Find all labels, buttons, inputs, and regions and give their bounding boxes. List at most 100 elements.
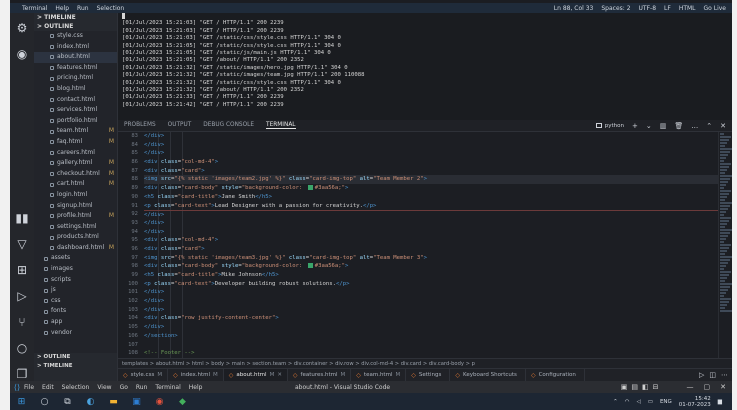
folder-item[interactable]: vendor xyxy=(34,328,117,339)
file-item[interactable]: pricing.html xyxy=(34,73,117,84)
maximize-button[interactable]: ▢ xyxy=(704,383,711,391)
menu-terminal[interactable]: Terminal xyxy=(155,384,180,391)
folder-item[interactable]: fonts xyxy=(34,306,117,317)
store-icon[interactable]: ▣ xyxy=(131,396,142,407)
more-icon[interactable]: … xyxy=(691,122,698,130)
folder-item[interactable]: images xyxy=(34,264,117,275)
explorer-icon[interactable]: ❐ xyxy=(15,367,29,381)
status-item-right[interactable]: LF xyxy=(664,5,671,12)
panel-tab-problems[interactable]: PROBLEMS xyxy=(124,122,156,129)
file-item[interactable]: portfolio.html xyxy=(34,116,117,127)
status-item-left[interactable]: Run xyxy=(77,5,89,12)
maximize-panel-icon[interactable]: ⌃ xyxy=(706,122,712,130)
editor-tab[interactable]: ◇ team.html M xyxy=(351,369,407,381)
split-editor-icon[interactable]: ◫ xyxy=(709,371,716,379)
menu-edit[interactable]: Edit xyxy=(42,384,54,391)
search-icon[interactable]: ○ xyxy=(15,341,29,355)
editor-tab[interactable]: ◇ Configuration xyxy=(526,369,585,381)
menu-file[interactable]: File xyxy=(24,384,34,391)
file-item[interactable]: dashboard.html M xyxy=(34,243,117,254)
editor-tab[interactable]: ◇ Settings xyxy=(406,369,451,381)
chrome-icon[interactable]: ◉ xyxy=(154,396,165,407)
testing-icon[interactable]: ▽ xyxy=(15,237,29,251)
menu-selection[interactable]: Selection xyxy=(62,384,90,391)
file-item[interactable]: signup.html xyxy=(34,201,117,212)
close-panel-icon[interactable]: ✕ xyxy=(720,122,726,130)
vscode-taskbar-icon[interactable]: ◆ xyxy=(177,396,188,407)
windows-start-icon[interactable]: ⊞ xyxy=(16,396,27,407)
wifi-icon[interactable]: ◠ xyxy=(625,399,630,405)
code-editor[interactable]: 83 84 85 86 87 88 89 90 91 92 93 94 95 96 97 98 99 100 101… xyxy=(118,132,718,358)
file-item[interactable]: cart.html M xyxy=(34,179,117,190)
folder-item[interactable]: js xyxy=(34,285,117,296)
volume-icon[interactable]: ◁ xyxy=(637,399,641,405)
terminal-selector[interactable]: python xyxy=(595,122,624,130)
status-item-left[interactable]: Selection xyxy=(97,5,125,12)
source-control-icon[interactable]: ⑂ xyxy=(15,315,29,329)
file-item[interactable]: about.html xyxy=(34,52,117,63)
tray-expand-icon[interactable]: ⌃ xyxy=(613,399,618,405)
file-item[interactable]: index.html xyxy=(34,42,117,53)
outline-bottom-header[interactable]: > OUTLINE xyxy=(34,353,117,362)
file-item[interactable]: profile.html M xyxy=(34,211,117,222)
file-item[interactable]: careers.html xyxy=(34,148,117,159)
editor-tab[interactable]: ◇ features.html M xyxy=(288,369,352,381)
folder-item[interactable]: app xyxy=(34,317,117,328)
remote-explorer-icon[interactable]: ▮▮ xyxy=(15,211,29,225)
file-item[interactable]: checkout.html M xyxy=(34,169,117,180)
outline-section-header[interactable]: > OUTLINE xyxy=(34,22,117,31)
minimize-button[interactable]: — xyxy=(687,383,694,391)
breadcrumb[interactable]: templates > about.html > html > body > m… xyxy=(118,358,732,368)
status-item-right[interactable]: UTF-8 xyxy=(639,5,657,12)
status-item-right[interactable]: Ln 88, Col 33 xyxy=(554,5,594,12)
close-button[interactable]: ✕ xyxy=(720,383,726,391)
tab-close-icon[interactable]: ✕ xyxy=(277,372,282,378)
language-indicator[interactable]: ENG xyxy=(660,399,672,405)
editor-tab[interactable]: ◇ about.html M ✕ xyxy=(223,369,288,381)
terminal-output[interactable]: [01/Jul/2023 15:21:03] "GET / HTTP/1.1" … xyxy=(118,13,732,120)
folder-item[interactable]: scripts xyxy=(34,275,117,286)
panel-tab-terminal[interactable]: TERMINAL xyxy=(266,122,296,129)
file-item[interactable]: blog.html xyxy=(34,84,117,95)
menu-help[interactable]: Help xyxy=(189,384,203,391)
new-terminal-icon[interactable]: + xyxy=(632,122,638,130)
file-item[interactable]: settings.html xyxy=(34,222,117,233)
status-item-left[interactable]: Help xyxy=(55,5,69,12)
status-item-right[interactable]: Go Live xyxy=(704,5,726,12)
editor-tab[interactable]: ◇ style.css M xyxy=(118,369,169,381)
status-item-right[interactable]: HTML xyxy=(679,5,696,12)
extensions-icon[interactable]: ⊞ xyxy=(15,263,29,277)
search-icon[interactable]: ○ xyxy=(39,396,50,407)
panel-tab-debug-console[interactable]: DEBUG CONSOLE xyxy=(203,122,254,129)
editor-tab[interactable]: ◇ index.html M xyxy=(168,369,224,381)
folder-item[interactable]: assets xyxy=(34,253,117,264)
menu-view[interactable]: View xyxy=(97,384,111,391)
menu-go[interactable]: Go xyxy=(120,384,128,391)
file-item[interactable]: contact.html xyxy=(34,95,117,106)
file-item[interactable]: services.html xyxy=(34,105,117,116)
accounts-icon[interactable]: ◉ xyxy=(15,47,29,61)
timeline-bottom-header[interactable]: > TIMELINE xyxy=(34,362,117,371)
more-actions-icon[interactable]: ⋯ xyxy=(721,371,728,379)
minimap[interactable] xyxy=(718,132,732,358)
panel-tab-output[interactable]: OUTPUT xyxy=(168,122,192,129)
edge-browser-icon[interactable]: ◐ xyxy=(85,396,96,407)
clock[interactable]: 15:42 01-07-2023 xyxy=(679,396,711,408)
file-item[interactable]: features.html xyxy=(34,63,117,74)
timeline-section-header[interactable]: > TIMELINE xyxy=(34,13,117,22)
toggle-secondary-icon[interactable]: ◧ xyxy=(642,383,649,391)
split-terminal-icon[interactable]: ▥ xyxy=(660,122,667,130)
file-item[interactable]: login.html xyxy=(34,190,117,201)
customize-layout-icon[interactable]: ⊟ xyxy=(653,383,659,391)
toggle-sidebar-icon[interactable]: ▣ xyxy=(621,383,628,391)
battery-icon[interactable]: ▭ xyxy=(648,399,653,405)
file-item[interactable]: products.html xyxy=(34,232,117,243)
run-icon[interactable]: ▷ xyxy=(699,371,704,379)
file-item[interactable]: faq.html M xyxy=(34,137,117,148)
kill-terminal-icon[interactable]: 🗑 xyxy=(674,122,683,130)
toggle-panel-icon[interactable]: ▤ xyxy=(631,383,638,391)
task-view-icon[interactable]: ⧉ xyxy=(62,396,73,407)
status-item-left[interactable]: Terminal xyxy=(22,5,47,12)
file-item[interactable]: style.css xyxy=(34,31,117,42)
file-explorer-icon[interactable]: ▬ xyxy=(108,396,119,407)
